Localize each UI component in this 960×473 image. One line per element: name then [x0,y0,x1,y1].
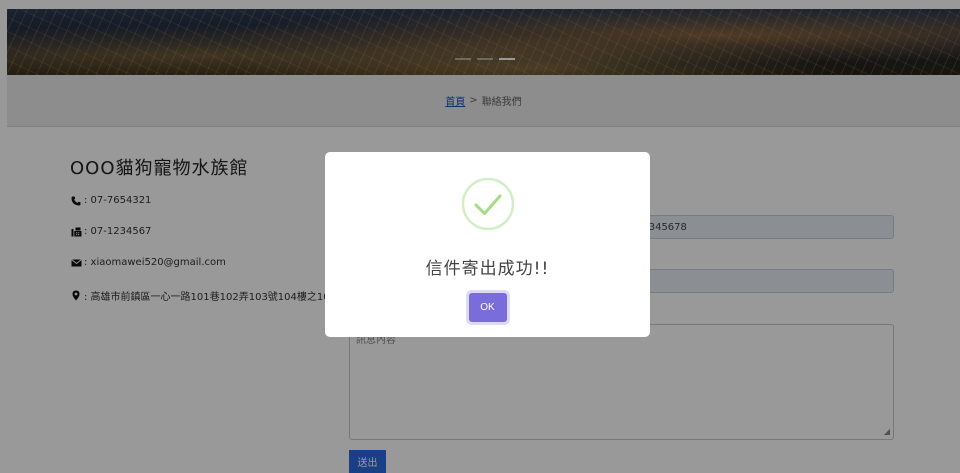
ok-button[interactable]: OK [468,293,507,322]
success-check-icon [461,177,514,231]
modal-title: 信件寄出成功!! [425,259,550,279]
success-modal: 信件寄出成功!! OK [325,152,650,337]
